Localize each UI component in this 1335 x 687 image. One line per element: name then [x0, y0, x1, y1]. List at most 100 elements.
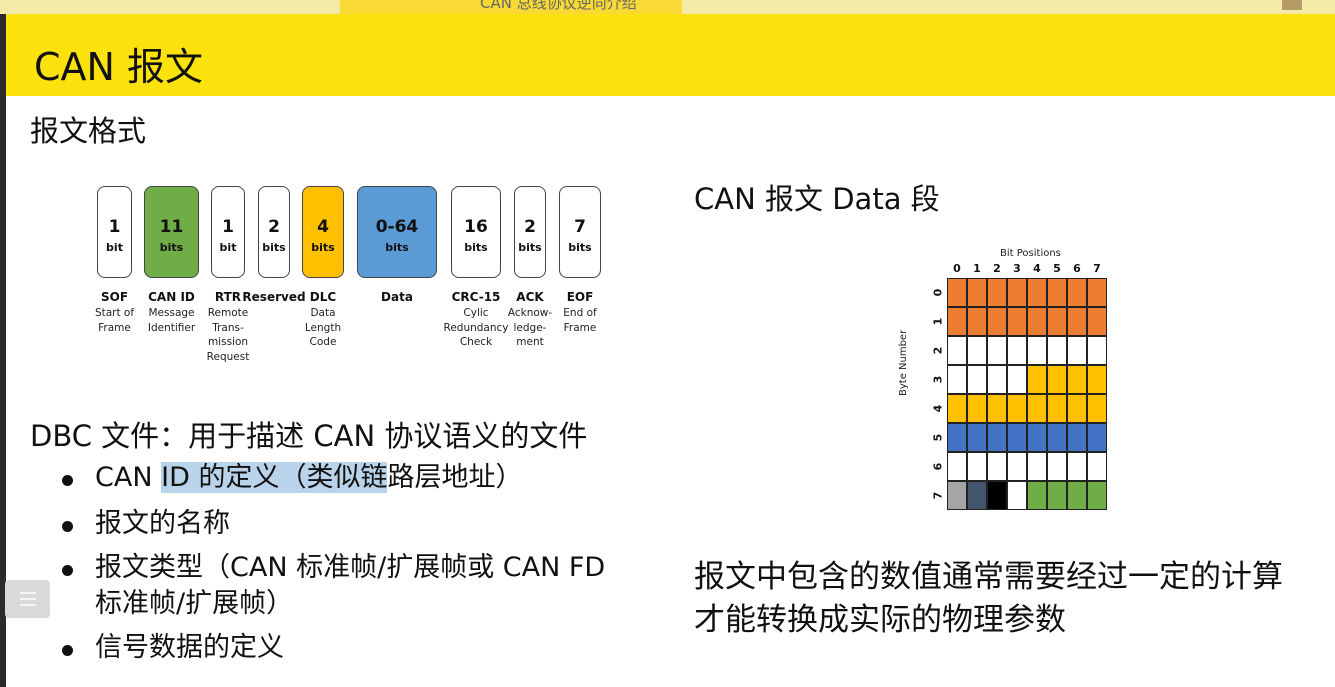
bit-position-label: 3 [1013, 262, 1021, 275]
bit-cell [967, 452, 987, 481]
bit-cell [1007, 481, 1027, 510]
bit-cell [1087, 481, 1107, 510]
bit-cell [967, 481, 987, 510]
field-bit-unit: bits [311, 241, 335, 254]
field-bit-unit: bits [385, 241, 409, 254]
bullet-dot [62, 645, 73, 656]
bit-position-label: 1 [973, 262, 981, 275]
bit-cell [987, 423, 1007, 452]
bit-cell [1067, 481, 1087, 510]
field-bit-count: 16 [464, 217, 488, 237]
field-bit-unit: bits [464, 241, 488, 254]
bit-cell [1007, 278, 1027, 307]
field-description-line: Data [310, 307, 336, 319]
bullet-text: 报文类型（CAN 标准帧/扩展帧或 CAN FD [95, 552, 606, 583]
bit-cell [1027, 278, 1047, 307]
bit-cell [1067, 452, 1087, 481]
field-bit-count: 11 [159, 217, 184, 237]
bit-cell [1087, 336, 1107, 365]
bit-cell [1007, 394, 1027, 423]
frame-field-box: 0-64 bits [357, 186, 437, 278]
frame-field-box: 4 bits [302, 186, 344, 278]
bit-cell [987, 452, 1007, 481]
field-bit-count: 2 [268, 217, 280, 237]
bit-cell [987, 481, 1007, 510]
bit-cell [1047, 452, 1067, 481]
field-bit-count: 1 [108, 217, 121, 237]
frame-field-box: 7 bits [559, 186, 601, 278]
window-control-icon[interactable] [1282, 0, 1302, 10]
bullet-dot [62, 565, 73, 576]
bit-cell [967, 278, 987, 307]
bit-cell [947, 481, 967, 510]
bit-cell [1027, 336, 1047, 365]
bit-cell [1087, 365, 1107, 394]
field-name: Data [381, 290, 413, 304]
bit-cell [1047, 307, 1067, 336]
bit-cell [1047, 481, 1067, 510]
bit-cell [987, 394, 1007, 423]
section-heading-format: 报文格式 [30, 114, 147, 148]
field-description-line: Code [309, 336, 337, 348]
bullet-text: 报文的名称 [95, 508, 230, 539]
can-frame-diagram: 1 bit SOF Start of Frame 11 bits CAN ID Message I… [90, 186, 610, 386]
bit-cell [987, 365, 1007, 394]
data-section-title: CAN 报文 Data 段 [694, 182, 940, 216]
data-note-line: 报文中包含的数值通常需要经过一定的计算 [694, 559, 1283, 595]
field-description: End of Frame [540, 306, 620, 335]
data-note: 报文中包含的数值通常需要经过一定的计算 才能转换成实际的物理参数 [694, 556, 1283, 642]
bit-cell [947, 394, 967, 423]
dbc-heading: DBC 文件：用于描述 CAN 协议语义的文件 [30, 419, 588, 453]
bit-cell [1007, 365, 1027, 394]
bit-cell [947, 365, 967, 394]
bit-cell [1087, 452, 1107, 481]
bullet-dot [62, 475, 73, 486]
bit-cell [1007, 336, 1027, 365]
field-description: Data Length Code [283, 306, 363, 350]
menu-icon[interactable] [5, 580, 50, 618]
field-name: EOF [566, 290, 594, 304]
byte-number-tick: 1 [931, 317, 945, 326]
bit-cell [1087, 278, 1107, 307]
bit-cell [947, 307, 967, 336]
bit-cell [1027, 423, 1047, 452]
bit-position-label: 5 [1053, 262, 1061, 275]
byte-number-tick: 3 [931, 375, 945, 384]
bit-cell [1067, 394, 1087, 423]
bit-position-label: 4 [1033, 262, 1041, 275]
bit-cell [1027, 394, 1047, 423]
field-description-line: Length [304, 321, 342, 334]
byte-number-tick: 6 [931, 462, 945, 471]
bit-cell [1047, 394, 1067, 423]
field-bit-unit: bit [219, 241, 237, 254]
field-bit-unit: bit [106, 241, 123, 254]
field-bit-count: 1 [222, 217, 234, 237]
bit-cell [1027, 452, 1047, 481]
bit-cell [967, 394, 987, 423]
field-description-line: Request [206, 350, 250, 363]
bit-cell [947, 336, 967, 365]
field-name: DLC [309, 290, 337, 304]
bit-cell [1087, 423, 1107, 452]
bit-cell [947, 278, 967, 307]
bit-cell [947, 452, 967, 481]
bit-cell [1047, 336, 1067, 365]
slide-header: CAN 报文 [6, 14, 1335, 96]
bit-cell [987, 336, 1007, 365]
field-description-line: End of [563, 307, 597, 319]
field-bit-unit: bits [159, 241, 184, 254]
bullet-dot [62, 521, 73, 532]
byte-number-tick: 0 [931, 288, 945, 297]
data-note-line: 才能转换成实际的物理参数 [694, 602, 1066, 638]
field-bit-count: 4 [317, 217, 329, 237]
bit-cell [1027, 307, 1047, 336]
top-strip: CAN 总线协议逆向介绍 [0, 0, 1335, 14]
bullet-text: CAN ID 的定义（类似链路层地址） [95, 460, 522, 496]
bit-cell [1087, 307, 1107, 336]
selected-text: ID 的定义（类似链 [161, 462, 388, 493]
field-description-line: ment [516, 336, 544, 348]
field-description: Remote Trans-mission Request [188, 306, 268, 364]
field-bit-count: 2 [524, 217, 536, 237]
frame-field-box: 16 bits [451, 186, 501, 278]
bit-cell [1027, 365, 1047, 394]
